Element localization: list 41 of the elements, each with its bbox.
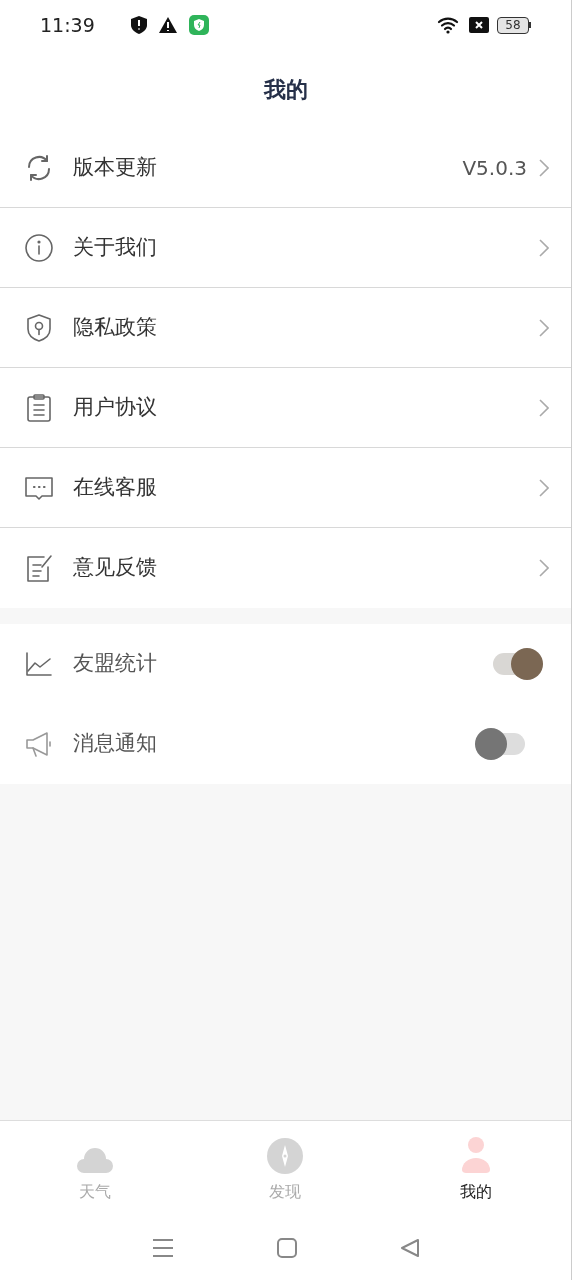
shield-icon [130, 16, 147, 34]
compass-icon [267, 1138, 304, 1174]
status-time: 11:39 [40, 12, 95, 38]
clipboard-icon [24, 392, 54, 423]
battery-indicator: 58 [497, 16, 531, 34]
menu-label: 用户协议 [73, 393, 157, 421]
menu-item[interactable]: 在线客服 [0, 448, 571, 528]
toggle-label: 友盟统计 [73, 650, 157, 678]
toggle-label: 消息通知 [73, 730, 157, 758]
warning-icon [158, 17, 177, 33]
page-title: 我的 [263, 75, 308, 104]
wifi-icon [437, 16, 461, 34]
chevron-icon [539, 478, 549, 497]
app-icon [188, 15, 209, 35]
menu-label: 意见反馈 [73, 554, 157, 582]
home-icon[interactable] [276, 1238, 297, 1258]
chevron-icon [539, 238, 549, 257]
chevron-icon [539, 559, 549, 577]
menu-item[interactable]: 用户协议 [0, 368, 571, 448]
shield-icon [24, 312, 54, 343]
menu-label: 隐私政策 [73, 313, 157, 341]
version-text: V5.0.3 [462, 154, 527, 182]
chevron-icon [539, 158, 549, 177]
menu-icon[interactable] [151, 1238, 174, 1258]
chevron-icon [539, 318, 549, 337]
person-icon [460, 1136, 491, 1174]
menu-item[interactable]: 版本更新 V5.0.3 [0, 128, 571, 208]
info-icon [24, 232, 54, 263]
menu-item[interactable]: 关于我们 [0, 208, 571, 288]
megaphone-icon [24, 729, 54, 759]
menu-item[interactable]: 意见反馈 [0, 528, 571, 608]
chart-icon [24, 649, 54, 679]
menu-label: 在线客服 [73, 473, 157, 501]
tab[interactable]: 我的 [380, 1121, 571, 1216]
sim-icon [469, 17, 489, 33]
menu-label: 版本更新 [73, 153, 157, 181]
chevron-icon [539, 398, 549, 417]
menu-item[interactable]: 隐私政策 [0, 288, 571, 368]
back-icon[interactable] [399, 1238, 420, 1258]
edit-icon [24, 553, 54, 583]
menu-label: 关于我们 [73, 233, 157, 261]
